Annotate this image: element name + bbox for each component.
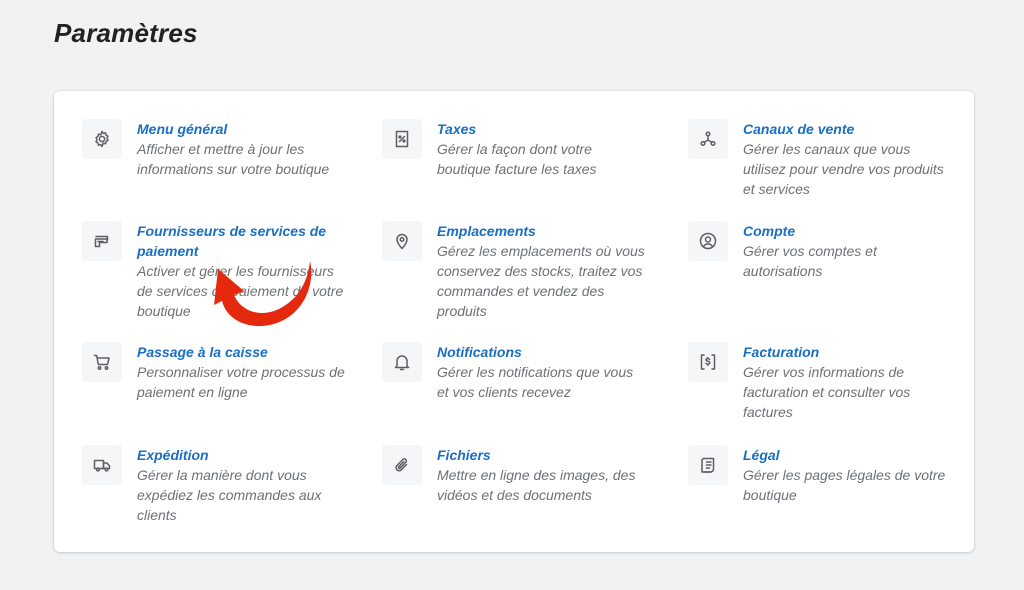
- settings-item-title[interactable]: Emplacements: [437, 221, 647, 241]
- settings-item-description: Afficher et mettre à jour les informatio…: [137, 141, 330, 177]
- settings-item-legal[interactable]: Légal Gérer les pages légales de votre b…: [688, 445, 953, 505]
- page-title: Paramètres: [54, 18, 198, 48]
- settings-item-description: Personnaliser votre processus de paiemen…: [137, 364, 345, 400]
- settings-item-description: Activer et gérer les fournisseurs de ser…: [137, 263, 344, 319]
- settings-item-description: Mettre en ligne des images, des vidéos e…: [437, 467, 636, 503]
- settings-item-description: Gérer la façon dont votre boutique factu…: [437, 141, 597, 177]
- settings-item-title[interactable]: Fichiers: [437, 445, 647, 465]
- settings-item-description: Gérer les canaux que vous utilisez pour …: [743, 141, 944, 197]
- truck-icon: [82, 445, 122, 485]
- settings-item-description: Gérer vos comptes et autorisations: [743, 243, 877, 279]
- settings-item-title[interactable]: Expédition: [137, 445, 347, 465]
- location-pin-icon: [382, 221, 422, 261]
- user-circle-icon: [688, 221, 728, 261]
- gear-icon: [82, 119, 122, 159]
- settings-item-billing[interactable]: Facturation Gérer vos informations de fa…: [688, 342, 953, 422]
- settings-item-title[interactable]: Taxes: [437, 119, 647, 139]
- settings-item-title[interactable]: Menu général: [137, 119, 347, 139]
- settings-item-description: Gérer la manière dont vous expédiez les …: [137, 467, 322, 523]
- cart-icon: [82, 342, 122, 382]
- settings-item-title[interactable]: Facturation: [743, 342, 953, 362]
- tax-receipt-icon: [382, 119, 422, 159]
- settings-item-general[interactable]: Menu général Afficher et mettre à jour l…: [82, 119, 347, 179]
- settings-item-title[interactable]: Canaux de vente: [743, 119, 953, 139]
- settings-item-title[interactable]: Compte: [743, 221, 953, 241]
- settings-grid: Menu général Afficher et mettre à jour l…: [54, 91, 974, 552]
- settings-item-sales-channels[interactable]: Canaux de vente Gérer les canaux que vou…: [688, 119, 953, 199]
- settings-panel: Menu général Afficher et mettre à jour l…: [54, 91, 974, 552]
- settings-item-description: Gérer vos informations de facturation et…: [743, 364, 911, 420]
- settings-item-title[interactable]: Légal: [743, 445, 953, 465]
- settings-item-files[interactable]: Fichiers Mettre en ligne des images, des…: [382, 445, 647, 505]
- settings-item-taxes[interactable]: Taxes Gérer la façon dont votre boutique…: [382, 119, 647, 179]
- settings-item-payment-providers[interactable]: Fournisseurs de services de paiement Act…: [82, 221, 347, 321]
- settings-item-notifications[interactable]: Notifications Gérer les notifications qu…: [382, 342, 647, 402]
- paperclip-icon: [382, 445, 422, 485]
- credit-card-icon: [82, 221, 122, 261]
- bell-icon: [382, 342, 422, 382]
- legal-document-icon: [688, 445, 728, 485]
- settings-item-shipping[interactable]: Expédition Gérer la manière dont vous ex…: [82, 445, 347, 525]
- settings-item-description: Gérez les emplacements où vous conservez…: [437, 243, 645, 319]
- settings-item-title[interactable]: Passage à la caisse: [137, 342, 347, 362]
- settings-item-locations[interactable]: Emplacements Gérez les emplacements où v…: [382, 221, 647, 321]
- settings-item-description: Gérer les pages légales de votre boutiqu…: [743, 467, 946, 503]
- settings-item-account[interactable]: Compte Gérer vos comptes et autorisation…: [688, 221, 953, 281]
- settings-item-checkout[interactable]: Passage à la caisse Personnaliser votre …: [82, 342, 347, 402]
- settings-item-description: Gérer les notifications que vous et vos …: [437, 364, 634, 400]
- settings-item-title[interactable]: Fournisseurs de services de paiement: [137, 221, 347, 261]
- settings-item-title[interactable]: Notifications: [437, 342, 647, 362]
- billing-icon: [688, 342, 728, 382]
- channels-icon: [688, 119, 728, 159]
